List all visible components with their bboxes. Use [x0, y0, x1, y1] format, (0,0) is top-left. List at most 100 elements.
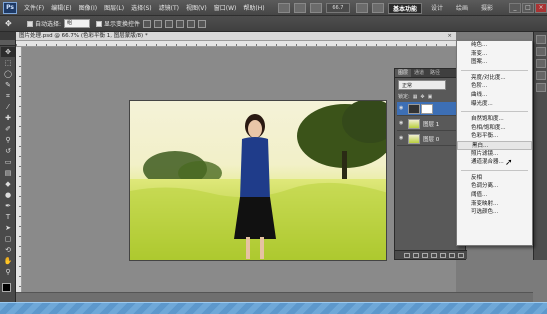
menu-item-exposure[interactable]: 曝光度...	[457, 100, 532, 109]
workspace-essentials[interactable]: 基本功能	[387, 2, 422, 14]
close-button[interactable]: ×	[535, 3, 547, 13]
menu-window[interactable]: 窗口(W)	[214, 3, 237, 12]
shape-tool-icon[interactable]: ▢	[1, 234, 15, 244]
gradient-tool-icon[interactable]: ▤	[1, 168, 15, 178]
type-tool-icon[interactable]: T	[1, 212, 15, 222]
menu-item-color-balance[interactable]: 色彩平衡...	[457, 132, 532, 141]
dodge-tool-icon[interactable]: ●	[1, 190, 15, 200]
menu-item-channel-mixer[interactable]: 通道混合器...	[457, 158, 532, 167]
menu-help[interactable]: 帮助(H)	[243, 3, 264, 12]
menu-item-threshold[interactable]: 阈值...	[457, 191, 532, 200]
show-transform-checkbox[interactable]	[96, 20, 103, 27]
menu-item-levels[interactable]: 色阶...	[457, 82, 532, 91]
zoom-tool-icon[interactable]: ⚲	[1, 267, 15, 277]
align-middle-icon[interactable]	[154, 19, 163, 28]
eyedropper-tool-icon[interactable]: ⁄	[1, 102, 15, 112]
clone-stamp-tool-icon[interactable]: ⚲	[1, 135, 15, 145]
history-brush-tool-icon[interactable]: ↺	[1, 146, 15, 156]
blend-mode-select[interactable]: 正常	[398, 80, 446, 90]
new-adjustment-icon[interactable]	[431, 252, 437, 258]
minibridge-icon[interactable]	[293, 3, 306, 13]
panel-history-icon[interactable]	[536, 83, 546, 92]
canvas-photo[interactable]	[129, 100, 387, 261]
layer-adjustment[interactable]: ◉	[397, 102, 463, 116]
menu-edit[interactable]: 编辑(E)	[51, 3, 71, 12]
delete-layer-icon[interactable]	[458, 252, 464, 258]
toolbox-handle[interactable]	[0, 40, 15, 46]
menu-item-selective-color[interactable]: 可选颜色...	[457, 208, 532, 217]
visibility-eye-icon[interactable]: ◉	[399, 121, 405, 126]
menu-item-pattern[interactable]: 图案...	[457, 58, 532, 67]
screen-mode-icon[interactable]	[371, 3, 384, 13]
link-layers-icon[interactable]	[404, 252, 410, 258]
panel-swatches-icon[interactable]	[536, 47, 546, 56]
bridge-icon[interactable]	[277, 3, 290, 13]
workspace-photography[interactable]: 摄影	[477, 3, 497, 14]
arrange-documents-icon[interactable]	[355, 3, 368, 13]
menu-layer[interactable]: 图层(L)	[104, 3, 124, 12]
path-select-tool-icon[interactable]: ➤	[1, 223, 15, 233]
menu-item-black-white[interactable]: 黑白...	[457, 140, 532, 150]
menu-select[interactable]: 选择(S)	[131, 3, 152, 12]
auto-select-dropdown[interactable]: 组	[64, 19, 91, 28]
layer-mask-thumbnail[interactable]	[421, 103, 433, 114]
menu-item-brightness-contrast[interactable]: 亮度/对比度...	[457, 74, 532, 83]
move-tool-icon[interactable]: ✥	[1, 47, 15, 57]
maximize-button[interactable]: □	[522, 3, 534, 13]
hand-tool-icon[interactable]: ✋	[1, 256, 15, 266]
align-center-icon[interactable]	[187, 19, 196, 28]
menu-filter[interactable]: 滤镜(T)	[159, 3, 179, 12]
tab-layers[interactable]: 图层	[395, 69, 412, 77]
align-top-icon[interactable]	[143, 19, 152, 28]
menu-item-hue-saturation[interactable]: 色相/饱和度...	[457, 124, 532, 133]
panel-styles-icon[interactable]	[536, 71, 546, 80]
brush-tool-icon[interactable]: ✐	[1, 124, 15, 134]
foreground-color-swatch[interactable]	[2, 283, 11, 292]
crop-tool-icon[interactable]: ⌗	[1, 91, 15, 101]
lock-pixels-icon[interactable]: ▦	[413, 94, 418, 100]
eraser-tool-icon[interactable]: ▭	[1, 157, 15, 167]
workspace-design[interactable]: 设计	[427, 3, 447, 14]
lock-all-icon[interactable]: ▣	[428, 94, 433, 100]
menu-item-curves[interactable]: 曲线...	[457, 91, 532, 100]
auto-select-checkbox[interactable]	[27, 20, 33, 27]
align-right-icon[interactable]	[198, 19, 207, 28]
close-tab-icon[interactable]: ×	[447, 32, 452, 41]
zoom-level[interactable]: 66.7	[325, 3, 350, 13]
menu-item-posterize[interactable]: 色调分离...	[457, 182, 532, 191]
3d-rotate-tool-icon[interactable]: ⟲	[1, 245, 15, 255]
move-icon[interactable]: ✥	[5, 18, 17, 29]
hand-icon[interactable]	[309, 3, 322, 13]
visibility-eye-icon[interactable]: ◉	[399, 106, 405, 111]
minimize-button[interactable]: _	[509, 3, 521, 13]
blur-tool-icon[interactable]: ◆	[1, 179, 15, 189]
visibility-eye-icon[interactable]: ◉	[399, 136, 405, 141]
panel-color-icon[interactable]	[536, 35, 546, 44]
workspace-painting[interactable]: 绘画	[452, 3, 472, 14]
lasso-tool-icon[interactable]: ◯	[1, 69, 15, 79]
menu-view[interactable]: 视图(V)	[186, 3, 207, 12]
healing-tool-icon[interactable]: ✚	[1, 113, 15, 123]
add-mask-icon[interactable]	[422, 252, 428, 258]
menu-item-gradient-map[interactable]: 渐变映射...	[457, 200, 532, 209]
lock-move-icon[interactable]: ✥	[420, 94, 424, 100]
layer-0[interactable]: ◉ 图层 0	[397, 132, 463, 146]
pen-tool-icon[interactable]: ✒	[1, 201, 15, 211]
marquee-tool-icon[interactable]: ⬚	[1, 58, 15, 68]
new-layer-icon[interactable]	[449, 252, 455, 258]
menu-file[interactable]: 文件(F)	[24, 3, 44, 12]
menu-item-invert[interactable]: 反相	[457, 174, 532, 183]
panel-adjustments-icon[interactable]	[536, 59, 546, 68]
new-group-icon[interactable]	[440, 252, 446, 258]
menu-item-gradient[interactable]: 渐变...	[457, 50, 532, 59]
menu-item-photo-filter[interactable]: 照片滤镜...	[457, 150, 532, 159]
menu-image[interactable]: 图像(I)	[79, 3, 97, 12]
align-bottom-icon[interactable]	[165, 19, 174, 28]
quick-select-tool-icon[interactable]: ✎	[1, 80, 15, 90]
tab-paths[interactable]: 路径	[427, 69, 443, 77]
document-tab[interactable]: 图片处理.psd @ 66.7% (色彩平衡 1, 图层蒙版/8) * ×	[16, 32, 456, 41]
menu-item-vibrance[interactable]: 自然饱和度...	[457, 115, 532, 124]
add-style-icon[interactable]	[413, 252, 419, 258]
menu-item-solid-color[interactable]: 纯色...	[457, 41, 532, 50]
tab-channels[interactable]: 通道	[411, 69, 427, 77]
